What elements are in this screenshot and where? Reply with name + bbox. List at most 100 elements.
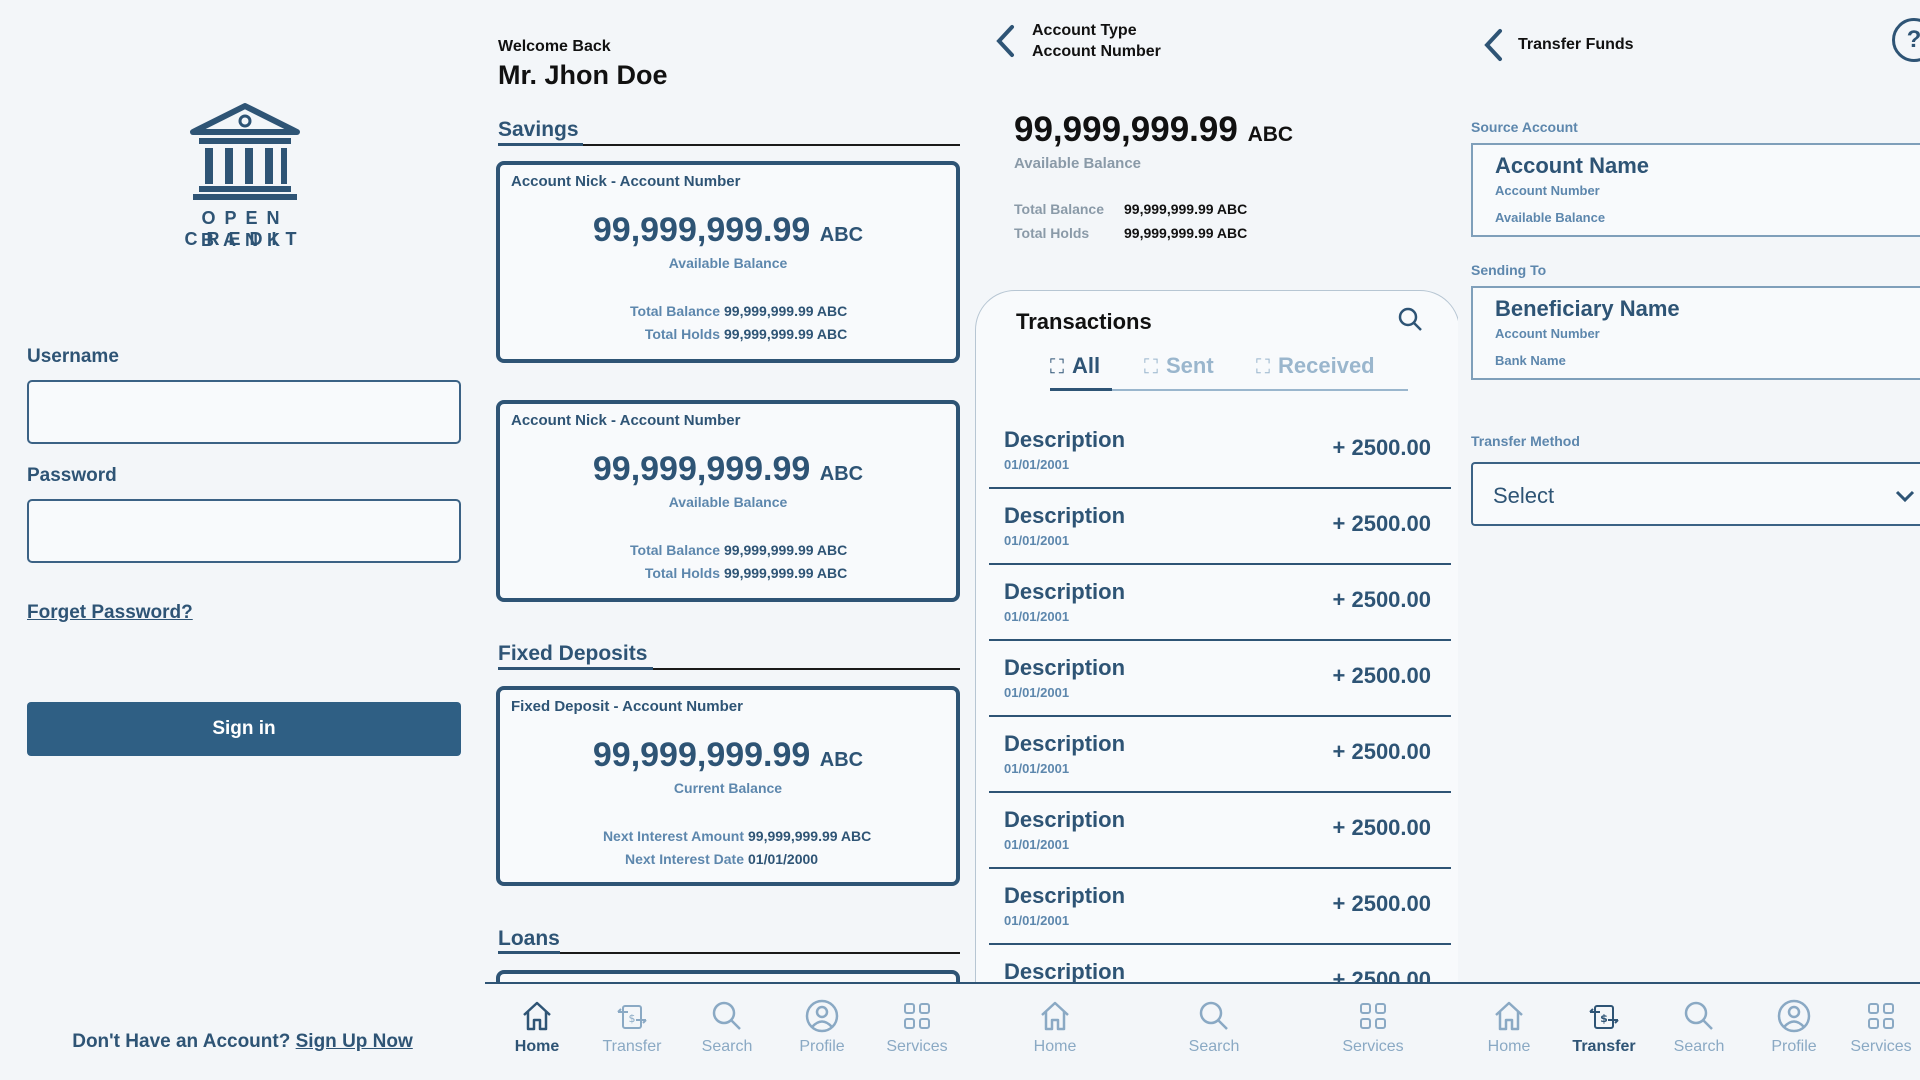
transaction-row[interactable]: Description 01/01/2001 + 2500.00 <box>989 565 1451 641</box>
password-label: Password <box>27 465 117 486</box>
profile-icon <box>1777 999 1811 1033</box>
source-account-field[interactable]: Account Name Account Number Available Ba… <box>1471 143 1920 237</box>
loans-divider <box>498 952 960 954</box>
beneficiary-account-number: Account Number <box>1495 326 1600 341</box>
card-subtitle: Available Balance <box>668 494 788 510</box>
back-arrow-icon[interactable] <box>1482 28 1504 62</box>
search-icon[interactable] <box>1396 305 1424 333</box>
nav-home[interactable]: Home <box>492 998 582 1056</box>
svg-text:$: $ <box>1600 1012 1608 1025</box>
grid-icon <box>904 1003 930 1029</box>
sign-in-button[interactable]: Sign in <box>27 702 461 756</box>
card-subtitle: Current Balance <box>673 780 783 796</box>
transaction-row[interactable]: Description 01/01/2001 + 2500.00 <box>989 489 1451 565</box>
transactions-title: Transactions <box>1016 309 1152 334</box>
beneficiary-bank-name: Bank Name <box>1495 353 1566 368</box>
active-tab-indicator <box>1050 388 1112 391</box>
fixed-underline <box>498 667 653 670</box>
nav-transfer[interactable]: $ Transfer <box>1559 998 1649 1056</box>
card-amount: 99,999,999.99 ABC <box>592 211 864 249</box>
bottom-nav: Home Search Services <box>970 982 1458 1080</box>
bottom-nav: Home $ Transfer Search Profile Services <box>1458 982 1920 1080</box>
home-icon <box>1041 1001 1069 1031</box>
account-details-screen: Account Type Account Number 99,999,999.9… <box>970 0 1458 1080</box>
card-amount: 99,999,999.99 ABC <box>592 450 864 488</box>
logo-text-line2: BANK <box>201 230 289 250</box>
bottom-nav: Home $ Transfer Search Profile Services <box>485 982 970 1080</box>
transfer-icon: $ <box>1589 1005 1619 1029</box>
transfer-screen: Transfer Funds ? Source Account Account … <box>1458 0 1920 1080</box>
home-icon <box>1495 1001 1523 1031</box>
login-screen: OPEN CREDIT BANK Username Password Forge… <box>0 0 485 1080</box>
nav-transfer[interactable]: $ Transfer <box>587 998 677 1056</box>
forgot-password-link[interactable]: Forget Password? <box>27 602 193 624</box>
back-arrow-icon[interactable] <box>994 24 1016 58</box>
transaction-row[interactable]: Description 01/01/2001 + 2500.00 <box>989 641 1451 717</box>
transaction-tabs: ⛶ All ⛶ Sent ⛶ Received <box>1050 353 1408 391</box>
nav-home[interactable]: Home <box>1010 998 1100 1056</box>
password-input[interactable] <box>27 499 461 563</box>
username-input[interactable] <box>27 380 461 444</box>
savings-card-2[interactable]: Account Nick - Account Number 99,999,999… <box>496 400 960 602</box>
available-balance-label: Available Balance <box>1014 155 1142 172</box>
account-balance: 99,999,999.99 ABC <box>1014 110 1294 149</box>
account-header: Account Type Account Number <box>1032 20 1161 62</box>
nav-services[interactable]: Services <box>872 998 962 1056</box>
loans-underline <box>498 951 560 954</box>
transaction-row[interactable]: Description 01/01/2001 + 2500.00 <box>989 793 1451 869</box>
sending-to-label: Sending To <box>1471 262 1547 278</box>
nav-profile[interactable]: Profile <box>1749 998 1839 1056</box>
tab-received[interactable]: ⛶ Received <box>1256 353 1375 379</box>
no-account-text: Don't Have an Account? <box>72 1031 291 1052</box>
source-account-label: Source Account <box>1471 119 1578 135</box>
dashboard-screen: Welcome Back Mr. Jhon Doe Savings Accoun… <box>485 0 970 1080</box>
transactions-panel: Transactions ⛶ All ⛶ Sent ⛶ Received Descri… <box>975 290 1458 1050</box>
nav-profile[interactable]: Profile <box>777 998 867 1056</box>
card-amount: 99,999,999.99 ABC <box>592 736 864 774</box>
search-icon <box>1199 1001 1228 1030</box>
total-balance-row: Total Balance 99,999,999.99 ABC <box>1014 201 1248 217</box>
nav-services[interactable]: Services <box>1328 998 1418 1056</box>
nav-home[interactable]: Home <box>1464 998 1554 1056</box>
user-name: Mr. Jhon Doe <box>498 60 668 90</box>
transfer-method-label: Transfer Method <box>1471 433 1580 449</box>
loans-heading: Loans <box>498 927 560 950</box>
transaction-row[interactable]: Description 01/01/2001 + 2500.00 <box>989 869 1451 945</box>
savings-card-1[interactable]: Account Nick - Account Number 99,999,999… <box>496 161 960 363</box>
bank-building-icon <box>190 103 300 200</box>
savings-heading: Savings <box>498 118 579 141</box>
transfer-icon: $ <box>617 1005 647 1029</box>
help-icon[interactable]: ? <box>1892 18 1920 62</box>
card-header: Fixed Deposit - Account Number <box>511 698 743 715</box>
signup-prompt: Don't Have an Account? Sign Up Now <box>0 1031 485 1053</box>
beneficiary-name: Beneficiary Name <box>1495 296 1680 321</box>
chevron-down-icon <box>1895 490 1915 503</box>
nav-services[interactable]: Services <box>1842 998 1920 1056</box>
transaction-row[interactable]: Description 01/01/2001 + 2500.00 <box>989 413 1451 489</box>
source-account-name: Account Name <box>1495 153 1650 178</box>
tab-sent[interactable]: ⛶ Sent <box>1144 353 1214 379</box>
grid-icon <box>1868 1003 1894 1029</box>
nav-search[interactable]: Search <box>1169 998 1259 1056</box>
search-icon <box>712 1001 741 1030</box>
account-type: Account Type <box>1032 22 1137 39</box>
grid-icon <box>1360 1003 1386 1029</box>
nav-search[interactable]: Search <box>1654 998 1744 1056</box>
profile-icon <box>805 999 839 1033</box>
welcome-text: Welcome Back <box>498 38 611 55</box>
total-holds-row: Total Holds 99,999,999.99 ABC <box>1014 225 1248 241</box>
card-header: Account Nick - Account Number <box>511 173 741 190</box>
sign-up-link[interactable]: Sign Up Now <box>296 1031 413 1052</box>
transfer-method-select[interactable]: Select <box>1471 462 1920 526</box>
transfer-title: Transfer Funds <box>1518 36 1634 53</box>
card-header: Account Nick - Account Number <box>511 412 741 429</box>
transaction-row[interactable]: Description 01/01/2001 + 2500.00 <box>989 717 1451 793</box>
savings-underline <box>498 143 583 146</box>
beneficiary-field[interactable]: Beneficiary Name Account Number Bank Nam… <box>1471 286 1920 380</box>
nav-search[interactable]: Search <box>682 998 772 1056</box>
tab-all[interactable]: ⛶ All <box>1050 353 1100 379</box>
account-number: Account Number <box>1032 43 1161 60</box>
svg-text:$: $ <box>629 1012 636 1025</box>
fixed-deposit-card[interactable]: Fixed Deposit - Account Number 99,999,99… <box>496 686 960 886</box>
source-account-number: Account Number <box>1495 183 1600 198</box>
